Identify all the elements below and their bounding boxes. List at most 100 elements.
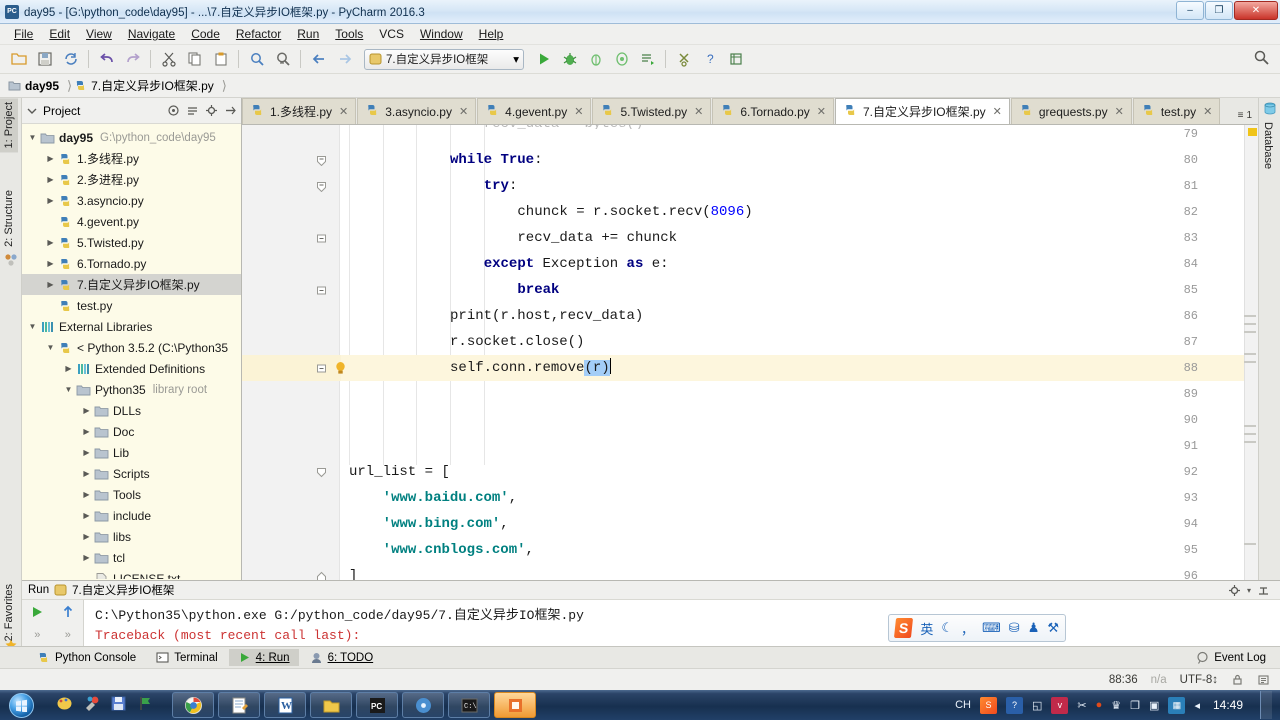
minimize-button[interactable]: – bbox=[1176, 1, 1204, 20]
tab-terminal[interactable]: Terminal bbox=[147, 649, 226, 666]
tree-row[interactable]: ▶include bbox=[22, 505, 241, 526]
chevron-right-icon[interactable]: ▶ bbox=[44, 175, 57, 184]
tree-row[interactable]: ▶DLLs bbox=[22, 400, 241, 421]
display-icon[interactable]: ▦ bbox=[1168, 697, 1185, 714]
taskbar-pycharm[interactable]: PC bbox=[356, 692, 398, 718]
paste-icon[interactable] bbox=[208, 47, 233, 71]
chevron-down-icon[interactable]: ▼ bbox=[26, 133, 39, 142]
code-line[interactable]: ] bbox=[349, 563, 1258, 580]
menu-window[interactable]: Window bbox=[412, 25, 471, 43]
intention-bulb-icon[interactable] bbox=[334, 361, 347, 378]
editor-tab[interactable]: test.py✕ bbox=[1133, 98, 1221, 124]
chevron-right-icon[interactable]: ▶ bbox=[80, 511, 93, 520]
chevron-down-icon[interactable] bbox=[26, 105, 38, 117]
tree-row[interactable]: 4.gevent.py bbox=[22, 211, 241, 232]
code-line[interactable]: self.conn.remove(r) bbox=[450, 355, 1258, 381]
chevron-right-icon[interactable]: ▶ bbox=[62, 364, 75, 373]
code-line[interactable]: try: bbox=[484, 173, 1258, 199]
tree-row[interactable]: ▶2.多进程.py bbox=[22, 169, 241, 190]
tree-row[interactable]: ▶5.Twisted.py bbox=[22, 232, 241, 253]
chevron-down-icon[interactable]: ▾ bbox=[513, 52, 519, 66]
code-fold-marker[interactable] bbox=[316, 181, 328, 193]
taskbar-word[interactable]: W bbox=[264, 692, 306, 718]
run-configuration-selector[interactable]: 7.自定义异步IO框架 ▾ bbox=[364, 49, 524, 70]
code-fold-marker[interactable] bbox=[316, 155, 328, 167]
code-fold-marker[interactable] bbox=[316, 285, 328, 297]
code-line[interactable] bbox=[349, 381, 1258, 407]
run-icon[interactable] bbox=[531, 47, 556, 71]
sidebar-item-structure[interactable]: 2: Structure bbox=[0, 186, 18, 251]
menu-edit[interactable]: Edit bbox=[41, 25, 78, 43]
ime-floating-bar[interactable]: S 英 ☾ ， ⌨ ⛁ ♟ ⚒ bbox=[888, 614, 1066, 642]
editor-tab-active[interactable]: 7.自定义异步IO框架.py✕ bbox=[835, 98, 1010, 124]
close-icon[interactable]: ✕ bbox=[817, 105, 826, 118]
ime-lang-icon[interactable]: CH bbox=[955, 699, 971, 711]
chevron-right-icon[interactable]: ▶ bbox=[80, 406, 93, 415]
chevron-right-icon[interactable]: ▶ bbox=[80, 490, 93, 499]
code-fold-marker[interactable] bbox=[316, 467, 328, 479]
expand-down-icon[interactable]: » bbox=[22, 624, 53, 646]
sogou-logo-icon[interactable]: S bbox=[894, 618, 913, 638]
target-icon[interactable] bbox=[167, 104, 180, 117]
lock-icon[interactable] bbox=[1231, 673, 1244, 686]
save-icon[interactable] bbox=[110, 695, 127, 715]
tree-row[interactable]: ▶tcl bbox=[22, 547, 241, 568]
close-icon[interactable]: ✕ bbox=[574, 105, 583, 118]
line-separator[interactable]: n/a bbox=[1151, 674, 1167, 686]
taskbar-explorer[interactable] bbox=[310, 692, 352, 718]
editor-tab[interactable]: 4.gevent.py✕ bbox=[477, 98, 591, 124]
menu-navigate[interactable]: Navigate bbox=[120, 25, 183, 43]
editor-gutter[interactable] bbox=[242, 125, 340, 580]
code-line[interactable] bbox=[349, 433, 1258, 459]
code-editor[interactable]: 79recv_data = bytes()80while True:81try:… bbox=[242, 125, 1258, 580]
pin-icon[interactable] bbox=[1257, 584, 1270, 597]
copy-icon[interactable] bbox=[182, 47, 207, 71]
wrench-icon[interactable]: ⚒ bbox=[1047, 620, 1059, 636]
chevron-right-icon[interactable]: ▶ bbox=[80, 427, 93, 436]
tree-row[interactable]: ▶Lib bbox=[22, 442, 241, 463]
paint-palette-icon[interactable] bbox=[56, 695, 73, 715]
maximize-button[interactable]: ❐ bbox=[1205, 1, 1233, 20]
code-line[interactable]: 'www.bing.com', bbox=[383, 511, 1258, 537]
chevron-down-icon[interactable]: ▾ bbox=[1247, 586, 1251, 595]
sogou-icon[interactable]: S bbox=[980, 697, 997, 714]
chevron-down-icon[interactable]: ▼ bbox=[26, 322, 39, 331]
breadcrumb-item-project[interactable]: day95 bbox=[8, 79, 65, 93]
close-icon[interactable]: ✕ bbox=[459, 105, 468, 118]
skin-icon[interactable]: ♟ bbox=[1028, 620, 1040, 636]
tab-python-console[interactable]: Python Console bbox=[28, 649, 145, 666]
error-stripe-marker[interactable] bbox=[1248, 128, 1257, 136]
settings-gear-icon[interactable] bbox=[1228, 584, 1241, 597]
event-log-button[interactable]: Event Log bbox=[1196, 651, 1280, 664]
chevron-right-icon[interactable]: ▶ bbox=[44, 196, 57, 205]
menu-code[interactable]: Code bbox=[183, 25, 228, 43]
code-line[interactable]: r.socket.close() bbox=[450, 329, 1258, 355]
code-line[interactable]: recv_data += chunck bbox=[517, 225, 1258, 251]
tree-row[interactable]: ▼day95G:\python_code\day95 bbox=[22, 127, 241, 148]
close-icon[interactable]: ✕ bbox=[694, 105, 703, 118]
tree-row[interactable]: ▶libs bbox=[22, 526, 241, 547]
editor-tabs-overflow[interactable]: ≡1 bbox=[1238, 110, 1258, 124]
color-picker-icon[interactable] bbox=[83, 695, 100, 715]
menu-view[interactable]: View bbox=[78, 25, 120, 43]
tree-row-selected[interactable]: ▶7.自定义异步IO框架.py bbox=[22, 274, 241, 295]
tree-row[interactable]: ▶Tools bbox=[22, 484, 241, 505]
chevron-right-icon[interactable]: ▶ bbox=[44, 238, 57, 247]
cut-icon[interactable] bbox=[156, 47, 181, 71]
chevron-right-icon[interactable]: ▶ bbox=[80, 469, 93, 478]
expand-down-2-icon[interactable]: » bbox=[53, 624, 84, 646]
close-icon[interactable]: ✕ bbox=[339, 105, 348, 118]
save-all-icon[interactable] bbox=[32, 47, 57, 71]
project-tree[interactable]: ▼day95G:\python_code\day95▶1.多线程.py▶2.多进… bbox=[22, 124, 241, 579]
toolbox-3d-icon[interactable]: ⛁ bbox=[1009, 620, 1020, 636]
code-line[interactable]: except Exception as e: bbox=[484, 251, 1258, 277]
code-line[interactable]: url_list = [ bbox=[349, 459, 1258, 485]
antivirus-icon[interactable]: v bbox=[1051, 697, 1068, 714]
tool-tray-icon[interactable]: ✂ bbox=[1077, 699, 1086, 712]
taskbar-chrome[interactable] bbox=[172, 692, 214, 718]
chevron-down-icon[interactable]: ▼ bbox=[62, 385, 75, 394]
tree-row[interactable]: LICENSE.txt bbox=[22, 568, 241, 579]
sidebar-item-database[interactable]: Database bbox=[1259, 118, 1277, 173]
sidebar-item-favorites[interactable]: 2: Favorites bbox=[0, 580, 18, 645]
sidebar-item-project[interactable]: 1: Project bbox=[0, 98, 18, 152]
